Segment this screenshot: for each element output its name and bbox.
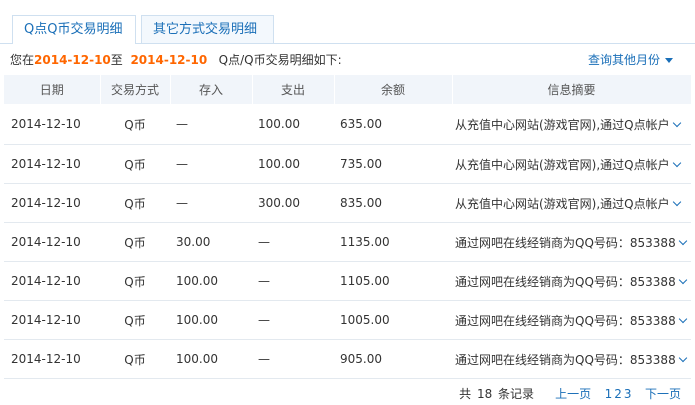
- expand-chevron-icon[interactable]: [678, 353, 687, 362]
- header-balance: 余额: [334, 75, 453, 104]
- table-row: 2014-12-10 Q币 — 100.00 735.00 从充值中心网站(游戏…: [4, 144, 691, 184]
- header-deposit: 存入: [170, 75, 253, 104]
- cell-mode: Q币: [100, 104, 170, 145]
- expand-chevron-icon[interactable]: [672, 197, 681, 206]
- cell-deposit: —: [170, 104, 252, 145]
- cell-info[interactable]: 从充值中心网站(游戏官网),通过Q点帐户: [452, 183, 691, 223]
- query-other-months-link[interactable]: 查询其他月份: [588, 52, 673, 68]
- table-row: 2014-12-10 Q币 — 300.00 835.00 从充值中心网站(游戏…: [4, 183, 691, 223]
- table-row: 2014-12-10 Q币 — 100.00 635.00 从充值中心网站(游戏…: [4, 104, 691, 145]
- cell-balance: 1005.00: [334, 300, 452, 340]
- cell-date: 2014-12-10: [4, 183, 100, 223]
- cell-date: 2014-12-10: [4, 104, 100, 145]
- cell-expense: —: [252, 261, 334, 301]
- query-other-months-label: 查询其他月份: [587, 53, 660, 67]
- page-link-2[interactable]: 2: [614, 387, 622, 401]
- header-mode: 交易方式: [100, 75, 171, 104]
- next-page-link[interactable]: 下一页: [645, 387, 681, 401]
- cell-info[interactable]: 通过网吧在线经销商为QQ号码：853388: [452, 300, 691, 340]
- info-text: 从充值中心网站(游戏官网),通过Q点帐户: [455, 157, 670, 172]
- page-link-3[interactable]: 3: [624, 387, 632, 401]
- cell-balance: 635.00: [334, 104, 452, 145]
- caret-down-icon: [665, 58, 673, 63]
- tab-other-transaction-details[interactable]: 其它方式交易明细: [141, 15, 274, 43]
- total-suffix: 条记录: [498, 387, 535, 401]
- cell-mode: Q币: [100, 222, 170, 262]
- expand-chevron-icon[interactable]: [672, 118, 681, 127]
- cell-mode: Q币: [100, 339, 170, 379]
- cell-info[interactable]: 通过网吧在线经销商为QQ号码：853388: [452, 222, 691, 262]
- header-info: 信息摘要: [452, 75, 692, 104]
- cell-mode: Q币: [100, 144, 170, 184]
- cell-mode: Q币: [100, 300, 170, 340]
- range-start-date: 2014-12-10: [34, 53, 111, 67]
- info-text: 从充值中心网站(游戏官网),通过Q点帐户: [455, 117, 670, 132]
- table-row: 2014-12-10 Q币 100.00 — 905.00 通过网吧在线经销商为…: [4, 339, 691, 379]
- cell-deposit: —: [170, 183, 252, 223]
- expand-chevron-icon[interactable]: [678, 236, 687, 245]
- info-text: 通过网吧在线经销商为QQ号码：853388: [455, 274, 676, 289]
- header-expense: 支出: [252, 75, 335, 104]
- table-row: 2014-12-10 Q币 100.00 — 1005.00 通过网吧在线经销商…: [4, 300, 691, 340]
- cell-deposit: 100.00: [170, 261, 252, 301]
- cell-balance: 905.00: [334, 339, 452, 379]
- cell-deposit: 100.00: [170, 300, 252, 340]
- cell-deposit: —: [170, 144, 252, 184]
- table-row: 2014-12-10 Q币 30.00 — 1135.00 通过网吧在线经销商为…: [4, 222, 691, 262]
- pagination: 共 18 条记录 上一页 123 下一页: [457, 386, 681, 402]
- cell-balance: 1105.00: [334, 261, 452, 301]
- range-prefix: 您在: [10, 53, 35, 67]
- transaction-table: 日期 交易方式 存入 支出 余额 信息摘要 2014-12-10 Q币 — 10…: [4, 75, 692, 379]
- cell-expense: 100.00: [252, 104, 334, 145]
- cell-date: 2014-12-10: [4, 222, 100, 262]
- tab-qpoint-qcoin-details[interactable]: Q点Q币交易明细: [12, 15, 136, 44]
- total-count: 18: [476, 387, 493, 401]
- cell-expense: 300.00: [252, 183, 334, 223]
- cell-expense: —: [252, 300, 334, 340]
- cell-info[interactable]: 从充值中心网站(游戏官网),通过Q点帐户: [452, 144, 691, 184]
- cell-mode: Q币: [100, 261, 170, 301]
- cell-info[interactable]: 从充值中心网站(游戏官网),通过Q点帐户: [452, 104, 691, 145]
- cell-date: 2014-12-10: [4, 144, 100, 184]
- cell-mode: Q币: [100, 183, 170, 223]
- table-header-row: 日期 交易方式 存入 支出 余额 信息摘要: [4, 75, 692, 104]
- page-link-1[interactable]: 1: [605, 387, 613, 401]
- expand-chevron-icon[interactable]: [672, 158, 681, 167]
- info-text: 通过网吧在线经销商为QQ号码：853388: [455, 352, 676, 367]
- cell-date: 2014-12-10: [4, 300, 100, 340]
- info-text: 从充值中心网站(游戏官网),通过Q点帐户: [455, 196, 670, 211]
- date-range-summary: 您在2014-12-10至 2014-12-10 Q点/Q币交易明细如下:: [10, 52, 342, 68]
- info-text: 通过网吧在线经销商为QQ号码：853388: [455, 235, 676, 250]
- prev-page-link[interactable]: 上一页: [555, 387, 591, 401]
- cell-info[interactable]: 通过网吧在线经销商为QQ号码：853388: [452, 339, 691, 379]
- cell-date: 2014-12-10: [4, 261, 100, 301]
- cell-info[interactable]: 通过网吧在线经销商为QQ号码：853388: [452, 261, 691, 301]
- range-end-date: 2014-12-10: [130, 53, 208, 67]
- info-text: 通过网吧在线经销商为QQ号码：853388: [455, 313, 676, 328]
- total-prefix: 共: [459, 387, 472, 401]
- expand-chevron-icon[interactable]: [678, 314, 687, 323]
- cell-balance: 735.00: [334, 144, 452, 184]
- cell-balance: 835.00: [334, 183, 452, 223]
- cell-deposit: 30.00: [170, 222, 252, 262]
- cell-expense: —: [252, 339, 334, 379]
- tab-bar: Q点Q币交易明细 其它方式交易明细: [0, 0, 695, 44]
- expand-chevron-icon[interactable]: [678, 275, 687, 284]
- range-to: 至: [110, 53, 123, 67]
- header-date: 日期: [4, 75, 101, 104]
- cell-deposit: 100.00: [170, 339, 252, 379]
- cell-expense: —: [252, 222, 334, 262]
- range-suffix: Q点/Q币交易明细如下:: [218, 53, 342, 67]
- table-row: 2014-12-10 Q币 100.00 — 1105.00 通过网吧在线经销商…: [4, 261, 691, 301]
- cell-balance: 1135.00: [334, 222, 452, 262]
- cell-date: 2014-12-10: [4, 339, 100, 379]
- cell-expense: 100.00: [252, 144, 334, 184]
